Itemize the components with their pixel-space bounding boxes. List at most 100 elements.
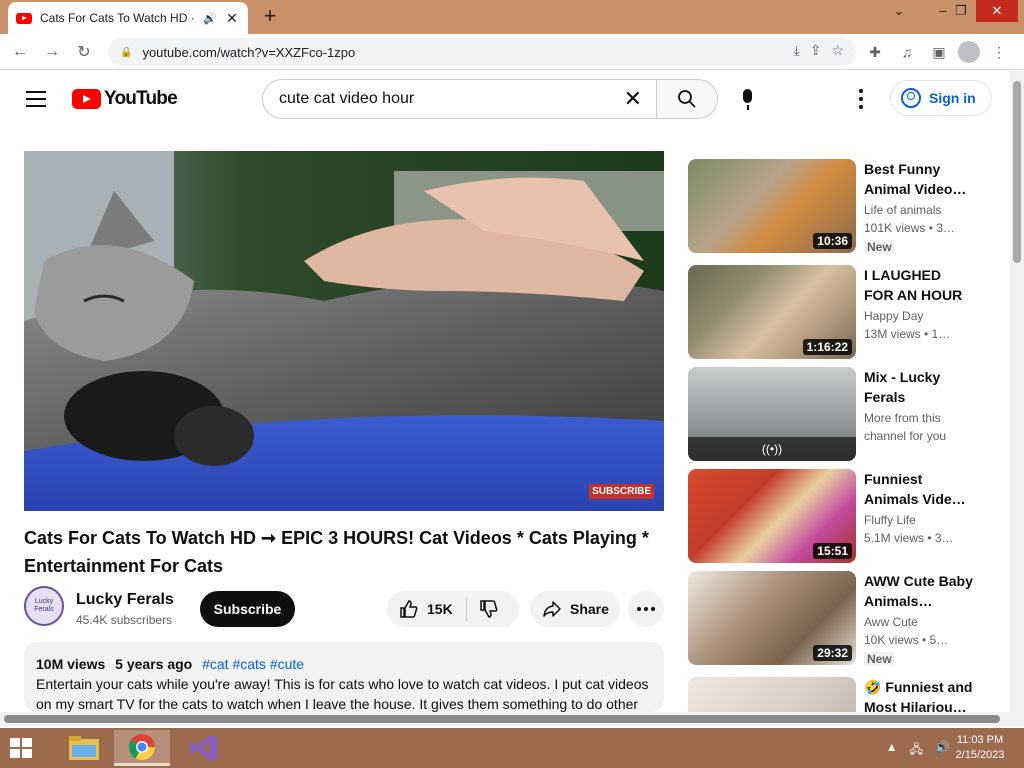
close-tab-icon[interactable]: ✕ (224, 10, 240, 27)
search-input[interactable]: cute cat video hour ✕ (262, 79, 656, 119)
channel-avatar[interactable]: Lucky Ferals (24, 586, 64, 626)
recommendation-item[interactable]: 🤣 Funniest and Most Hilariou… (688, 677, 998, 712)
visual-studio-icon[interactable] (176, 730, 232, 766)
profile-avatar-icon[interactable] (958, 41, 980, 63)
clock-time: 11:03 PM (956, 734, 1004, 746)
lock-icon[interactable]: 🔒 (120, 47, 132, 58)
channel-name[interactable]: Lucky Ferals (76, 591, 174, 609)
search-icon (678, 90, 696, 108)
horizontal-scroll-thumb[interactable] (4, 715, 1000, 723)
tray-chevron-icon[interactable]: ▲ (886, 740, 898, 761)
recommendation-item[interactable]: 15:51 Funniest Animals Vide… Fluffy Life… (688, 469, 998, 563)
vertical-scrollbar[interactable] (1010, 71, 1024, 726)
description-box[interactable]: 10M views 5 years ago #cat #cats #cute E… (24, 642, 664, 712)
network-icon[interactable]: 🖧 (910, 740, 923, 761)
search-button[interactable] (656, 79, 718, 119)
recommendation-item[interactable]: 1:16:22 I LAUGHED FOR AN HOUR😹… Happy Da… (688, 265, 998, 359)
clear-search-icon[interactable]: ✕ (624, 88, 642, 110)
video-player[interactable]: SUBSCRIBE (24, 151, 664, 511)
url-text: youtube.com/watch?v=XXZFco-1zpo (142, 44, 356, 60)
vertical-scroll-thumb[interactable] (1013, 81, 1021, 263)
windows-taskbar: ▲ 🖧 🔊 11:03 PM 2/15/2023 (0, 728, 1024, 768)
recommendation-subtext: channel for you (864, 429, 947, 443)
recommendation-channel[interactable]: Aww Cute (864, 615, 918, 629)
recommendation-item[interactable]: ((•)) Mix - Lucky Ferals More from this … (688, 367, 998, 461)
horizontal-scrollbar[interactable] (0, 712, 1010, 726)
recommendation-thumbnail[interactable]: 1:16:22 (688, 265, 856, 359)
taskbar-clock[interactable]: 11:03 PM 2/15/2023 (950, 733, 1010, 763)
duration-badge: 15:51 (813, 543, 852, 559)
like-count: 15K (427, 601, 453, 617)
extensions-puzzle-icon[interactable]: ✚ (862, 38, 888, 66)
description-meta: 10M views 5 years ago #cat #cats #cute (36, 654, 652, 674)
subscribe-watermark[interactable]: SUBSCRIBE (589, 484, 654, 499)
recommendation-item[interactable]: 10:36 Best Funny Animal Video… Life of a… (688, 159, 998, 254)
speaker-icon[interactable]: 🔊 (202, 12, 218, 25)
description-text: Entertain your cats while you're away! T… (36, 676, 649, 712)
install-app-icon[interactable]: ⤓ (794, 42, 800, 59)
new-badge: New (864, 652, 895, 666)
video-title: Cats For Cats To Watch HD ➞ EPIC 3 HOURS… (24, 528, 649, 576)
microphone-icon[interactable] (738, 89, 758, 111)
youtube-favicon-icon (16, 12, 32, 24)
dislike-button[interactable] (467, 599, 519, 619)
duration-badge: 10:36 (813, 233, 852, 249)
browser-toolbar: ← → ↻ 🔒 youtube.com/watch?v=XXZFco-1zpo … (0, 34, 1024, 70)
browser-tab[interactable]: Cats For Cats To Watch HD · 🔊 ✕ (8, 2, 248, 34)
sign-in-button[interactable]: Sign in (890, 80, 992, 116)
recommendation-title[interactable]: 🤣 Funniest and Most Hilariou… (864, 677, 974, 712)
file-explorer-icon[interactable] (56, 730, 112, 766)
like-button[interactable]: 15K (387, 597, 467, 621)
duration-badge: 1:16:22 (802, 339, 852, 355)
recommendation-item[interactable]: 29:32 AWW Cute Baby Animals… Aww Cute 10… (688, 571, 998, 666)
more-actions-button[interactable] (628, 591, 664, 627)
forward-arrow-icon[interactable]: → (38, 38, 66, 66)
recommendation-thumbnail[interactable]: ((•)) (688, 367, 856, 461)
side-panel-icon[interactable]: ▣ (926, 38, 952, 66)
clock-date: 2/15/2023 (955, 749, 1005, 761)
subscribe-button[interactable]: Subscribe (200, 591, 295, 627)
chrome-taskbar-icon[interactable] (114, 730, 170, 766)
hashtags[interactable]: #cat #cats #cute (202, 656, 304, 672)
tab-search-chevron-icon[interactable]: ⌄ (884, 0, 914, 22)
new-tab-button[interactable]: + (258, 4, 282, 28)
recommendation-title[interactable]: AWW Cute Baby Animals… (864, 571, 974, 611)
video-frame (24, 151, 664, 511)
browser-tab-strip: Cats For Cats To Watch HD · 🔊 ✕ + ⌄ – ❐ … (0, 0, 1024, 34)
restore-button[interactable]: ❐ (946, 0, 976, 22)
recommendation-title[interactable]: I LAUGHED FOR AN HOUR😹… (864, 265, 974, 305)
share-page-icon[interactable]: ⇪ (810, 42, 822, 59)
recommendation-views: 10K views • 5… (864, 633, 949, 647)
address-bar[interactable]: 🔒 youtube.com/watch?v=XXZFco-1zpo ⤓ ⇪ ☆ (108, 38, 856, 66)
back-arrow-icon[interactable]: ← (6, 38, 34, 66)
upload-age: 5 years ago (115, 656, 193, 672)
recommendation-thumbnail[interactable]: 15:51 (688, 469, 856, 563)
account-icon (901, 88, 921, 108)
recommendation-title[interactable]: Mix - Lucky Ferals (864, 367, 974, 407)
menu-hamburger-icon[interactable] (26, 91, 46, 107)
recommendation-thumbnail[interactable]: 10:36 (688, 159, 856, 253)
recommendation-channel: More from this (864, 411, 941, 425)
recommendation-channel[interactable]: Happy Day (864, 309, 923, 323)
bookmark-star-icon[interactable]: ☆ (831, 42, 844, 59)
settings-kebab-icon[interactable] (858, 89, 864, 109)
recommendation-channel[interactable]: Fluffy Life (864, 513, 916, 527)
recommendation-channel[interactable]: Life of animals (864, 203, 941, 217)
share-button[interactable]: Share (530, 591, 620, 627)
recommendation-views: 5.1M views • 3… (864, 531, 954, 545)
like-dislike-group: 15K (387, 591, 519, 627)
windows-start-icon[interactable] (10, 738, 32, 758)
media-control-icon[interactable]: ♫ (894, 38, 920, 66)
recommendation-thumbnail[interactable]: 29:32 (688, 571, 856, 665)
recommendation-title[interactable]: Funniest Animals Vide… (864, 469, 974, 509)
recommendation-thumbnail[interactable] (688, 677, 856, 712)
window-close-button[interactable]: ✕ (976, 0, 1018, 22)
recommendation-title[interactable]: Best Funny Animal Video… (864, 159, 974, 199)
volume-icon[interactable]: 🔊 (935, 740, 950, 761)
tab-title: Cats For Cats To Watch HD · (40, 11, 195, 25)
reload-icon[interactable]: ↻ (70, 38, 98, 66)
youtube-logo[interactable]: YouTube (72, 88, 178, 110)
browser-menu-icon[interactable]: ⋮ (986, 38, 1012, 66)
broadcast-icon: ((•)) (761, 442, 783, 456)
view-count: 10M views (36, 656, 106, 672)
